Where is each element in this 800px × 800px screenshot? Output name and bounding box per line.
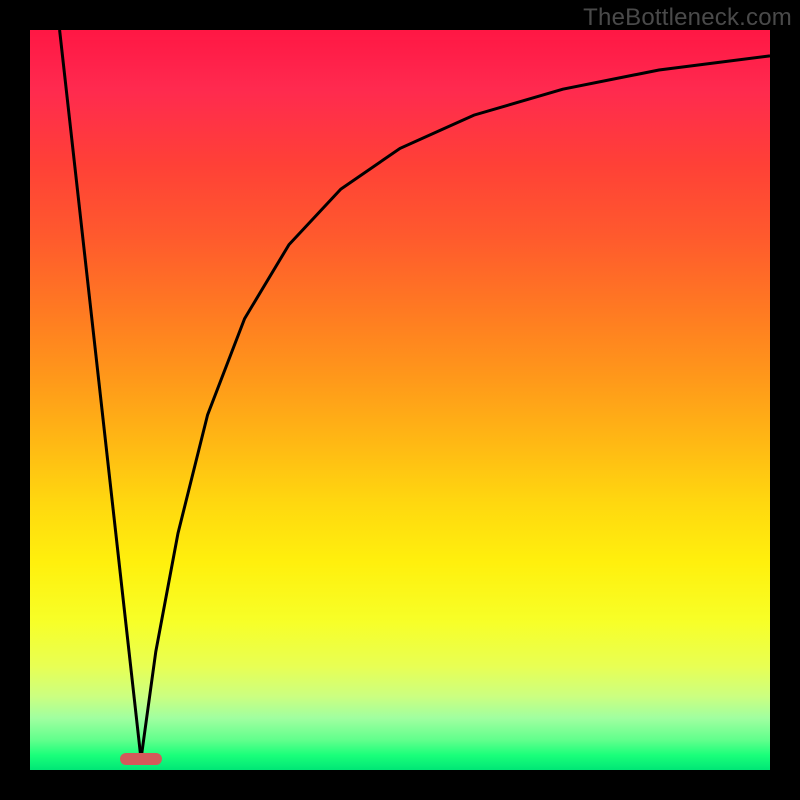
curve-overlay bbox=[30, 30, 770, 770]
chart-stage: TheBottleneck.com bbox=[0, 0, 800, 800]
right-branch-path bbox=[141, 56, 770, 759]
left-branch-path bbox=[60, 30, 141, 759]
min-marker-pill bbox=[120, 753, 162, 765]
watermark-text: TheBottleneck.com bbox=[583, 4, 792, 32]
